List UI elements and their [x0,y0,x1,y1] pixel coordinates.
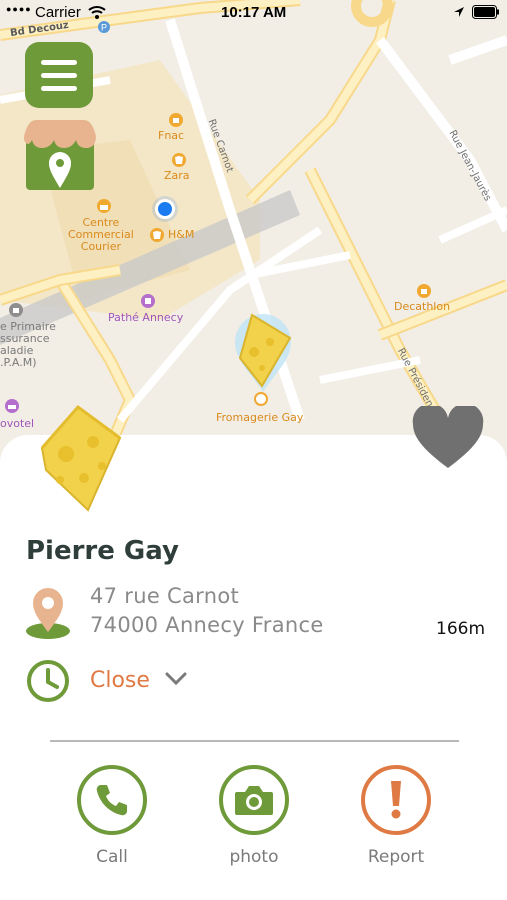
photo-button-circle[interactable] [219,765,289,835]
school-icon [9,303,23,317]
carrier-label: Carrier [35,4,81,21]
exclamation-icon [391,781,401,819]
signal-icon: ●●●● [6,4,32,14]
clock: 10:17 AM [221,4,287,21]
battery-icon [472,5,499,19]
shop-name: Pierre Gay [26,536,179,566]
camera-icon [235,786,273,815]
poi-fnac-label: Fnac [158,129,185,142]
divider [50,740,459,742]
report-button-circle[interactable] [361,765,431,835]
poi-centre-commercial-label: Centre Commercial Courier [68,216,134,253]
menu-bar [41,73,77,78]
report-button[interactable]: Report [351,765,441,867]
menu-bar [41,60,77,65]
opening-status[interactable]: Close [90,668,150,693]
poi-zara-label: Zara [164,169,190,182]
mall-icon [97,199,111,213]
shop-locator-button[interactable] [22,118,98,192]
favorite-heart-icon[interactable] [411,406,485,470]
chevron-down-icon[interactable] [164,671,188,687]
distance-label: 166m [436,619,486,639]
status-bar: ●●●● Carrier 10:17 AM [0,0,507,26]
clothing-icon [172,153,186,167]
photo-button[interactable]: photo [209,765,299,867]
phone-icon [96,785,127,816]
clothing-icon [150,228,164,242]
call-button[interactable]: Call [67,765,157,867]
poi-novotel-label: ovotel [0,417,35,430]
poi-fromagerie-label: Fromagerie Gay [216,411,304,424]
call-button-circle[interactable] [77,765,147,835]
menu-bar [41,86,77,91]
cinema-icon [141,294,155,308]
poi-decathlon-label: Decathlon [394,300,451,313]
poi-hm-label: H&M [168,228,195,241]
shopping-icon [169,113,183,127]
call-label: Call [96,847,128,867]
photo-label: photo [229,847,279,867]
cheese-map-marker[interactable] [232,312,294,394]
hotel-icon [5,399,19,413]
address-line-1: 47 rue Carnot [90,584,240,608]
menu-button[interactable] [25,42,93,108]
user-location-dot [152,196,178,222]
report-label: Report [367,847,425,867]
cheese-shop-icon [254,392,268,406]
location-pin-icon [26,588,70,639]
store-icon [417,284,431,298]
clock-icon [27,660,69,702]
poi-ecole-label: e Primaire ssurance aladie .P.A.M) [0,320,56,369]
address-line-2: 74000 Annecy France [90,613,324,637]
location-arrow-icon [454,7,464,17]
wifi-icon [88,6,106,19]
poi-pathe-label: Pathé Annecy [108,311,184,324]
cheese-icon [40,404,122,512]
